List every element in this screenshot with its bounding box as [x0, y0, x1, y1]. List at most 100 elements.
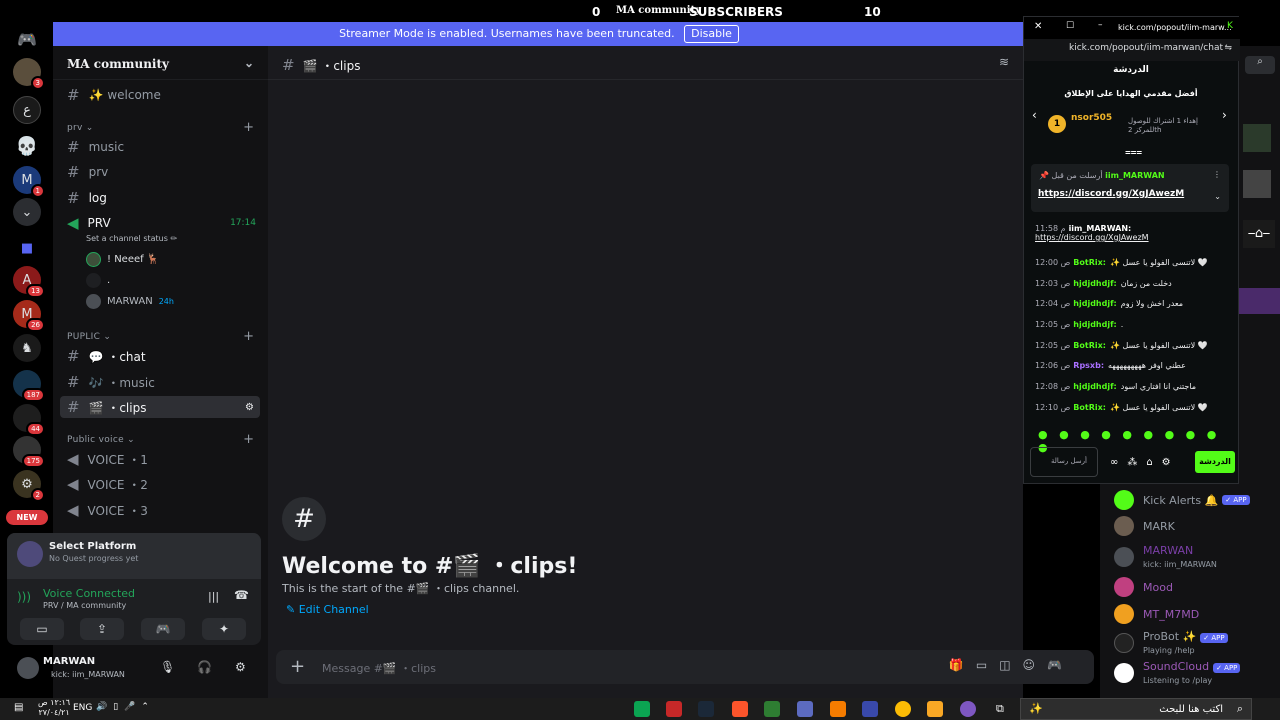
message-user[interactable]: hjdjdhdjf: [1073, 299, 1116, 308]
user-settings-icon[interactable]: ⚙ [235, 660, 246, 674]
screen-share-icon[interactable]: ⇪ [80, 618, 124, 640]
steam-icon[interactable] [698, 701, 714, 717]
language-indicator[interactable]: ENG [73, 703, 92, 713]
add-channel-icon[interactable]: + [243, 120, 254, 135]
copilot-icon[interactable] [960, 701, 976, 717]
server-header[interactable]: MA community ⌄ [53, 46, 268, 80]
notification-icon[interactable]: ▤ [14, 702, 23, 713]
message-user[interactable]: BotRix: [1073, 258, 1106, 267]
chat-message[interactable]: 11:58 م iim_MARWAN: https://discord.gg/XgJ… [1035, 224, 1235, 242]
voice-channel-1[interactable]: ◀ VOICE ・1 [60, 448, 260, 470]
server-icon[interactable]: A 13 [13, 266, 45, 298]
task-view-icon[interactable]: ⧉ [996, 702, 1004, 716]
server-icon[interactable]: ع [13, 96, 41, 124]
server-icon[interactable]: ⚙ 2 [13, 470, 45, 502]
clock[interactable]: ١٢:١٦ ص ٢٧/٠٤/٢١ [38, 698, 70, 718]
add-attachment-icon[interactable]: + [290, 656, 305, 677]
pinned-link[interactable]: https://discord.gg/XgJAwezM [1038, 189, 1184, 199]
activity-icon[interactable]: 🎮 [141, 618, 185, 640]
app-taskbar-icon[interactable] [764, 701, 780, 717]
chat-message[interactable]: 12:04 ص hjdjdhdjf: معدر اخش ولا زوم [1035, 299, 1235, 308]
pinned-message[interactable]: 📌 أرسلت من قبل iim_MARWAN https://discor… [1031, 164, 1229, 212]
threads-icon[interactable]: ≋ [999, 55, 1009, 69]
set-status-link[interactable]: Set a channel status ✏ [86, 234, 177, 243]
filter-icon[interactable]: ⩶ [1125, 147, 1142, 158]
chat-message[interactable]: 12:05 ص BotRix: ✨ لاتنسى الفولو يا عسل 🤍 [1035, 341, 1235, 350]
server-icon[interactable]: M1 [13, 166, 45, 198]
member-item[interactable]: MARWAN kick: iim_MARWAN [1114, 544, 1217, 570]
message-user[interactable]: hjdjdhdjf: [1073, 320, 1116, 329]
chevron-down-icon[interactable]: ⌄ [1214, 192, 1221, 201]
avatar[interactable] [17, 657, 39, 679]
app-taskbar-icon[interactable] [634, 701, 650, 717]
close-icon[interactable]: ✕ [1034, 21, 1042, 32]
server-icon[interactable]: 175 [13, 436, 45, 468]
category-public-voice[interactable]: Public voice ⌄ [67, 435, 135, 445]
chat-message[interactable]: 12:05 ص hjdjdhdjf:. [1035, 320, 1235, 329]
message-user[interactable]: Rpsxb: [1073, 361, 1104, 370]
settings-gear-icon[interactable]: ⚙ [245, 402, 254, 413]
channel-music[interactable]: # music [60, 136, 260, 158]
popup-url-bar[interactable]: kick.com/popout/iim-marwan/chat ⇋ [1024, 39, 1240, 61]
server-icon[interactable]: M 26 [13, 300, 45, 332]
chevron-left-icon[interactable]: ‹ [1032, 108, 1037, 122]
member-item[interactable]: MARK [1114, 516, 1274, 536]
message-user[interactable]: BotRix: [1073, 403, 1106, 412]
server-icon[interactable]: 💀 [13, 132, 41, 160]
message-user[interactable]: iim_MARWAN: [1069, 224, 1132, 233]
disconnect-icon[interactable]: ☎ [234, 588, 249, 602]
activity-game-icon[interactable] [1243, 170, 1271, 198]
camera-off-icon[interactable]: ▭ [20, 618, 64, 640]
category-puplic[interactable]: PUPLIC ⌄ [67, 332, 111, 342]
chat-message[interactable]: 12:03 ص hjdjdhdjf: دخلت من زمان [1035, 279, 1235, 288]
composer-tools[interactable]: 🎁▭◫☺🎮 [949, 658, 1074, 672]
disable-button[interactable]: Disable [684, 25, 739, 43]
chrome-icon[interactable] [895, 701, 911, 717]
microphone-icon[interactable]: 🎙 [160, 660, 175, 674]
app-taskbar-icon[interactable] [797, 701, 813, 717]
send-chat-button[interactable]: الدردشة [1195, 451, 1235, 473]
chat-input[interactable]: أرسل رسالة [1030, 447, 1098, 477]
channel-clips[interactable]: # 🎬 ・clips ⚙ [60, 396, 260, 418]
headphones-icon[interactable]: 🎧 [197, 660, 212, 674]
voice-user[interactable]: MARWAN 24h [86, 294, 174, 309]
edit-channel-link[interactable]: ✎ Edit Channel [286, 603, 369, 616]
member-item[interactable]: MT_M7MD [1114, 604, 1199, 624]
activity-game-icon[interactable] [1243, 124, 1271, 152]
chat-message[interactable]: 12:08 ص hjdjdhdjf: ماجتني انا افتاري اسود [1035, 382, 1235, 391]
chevron-right-icon[interactable]: › [1222, 108, 1227, 122]
message-user[interactable]: hjdjdhdjf: [1073, 382, 1116, 391]
add-channel-icon[interactable]: + [243, 329, 254, 344]
activity-game-icon[interactable]: ⎯⌂⎯ [1243, 220, 1275, 248]
soundboard-icon[interactable]: ✦ [202, 618, 246, 640]
voice-channel-3[interactable]: ◀ VOICE ・3 [60, 499, 260, 521]
more-icon[interactable]: ⋮ [1213, 170, 1221, 179]
voice-channel-2[interactable]: ◀ VOICE ・2 [60, 473, 260, 495]
server-icon[interactable]: 3 [13, 58, 45, 90]
channel-log[interactable]: # log [60, 187, 260, 209]
channel-prv[interactable]: # prv [60, 161, 260, 183]
gifter-name[interactable]: nsor505 [1071, 113, 1112, 123]
voice-channel-prv[interactable]: ◀ PRV 17:14 [60, 212, 260, 234]
server-icon[interactable]: 187 [13, 370, 45, 402]
member-item[interactable]: ProBot ✨ ✓ APP Playing /help [1114, 630, 1228, 656]
member-item[interactable]: Kick Alerts 🔔 ✓ APP [1114, 490, 1250, 510]
voice-user[interactable]: ! Neeef 🦌 [86, 252, 159, 267]
channel-welcome[interactable]: # ✨ welcome [60, 84, 260, 106]
app-taskbar-icon[interactable] [666, 701, 682, 717]
message-input[interactable]: + Message #🎬 ・clips 🎁▭◫☺🎮 [276, 650, 1094, 684]
chat-tools[interactable]: ∞⁂⌂⚙ [1110, 457, 1180, 468]
soundwave-icon[interactable]: ||| [208, 590, 219, 603]
server-folder-icon[interactable]: ⌄ [13, 198, 41, 226]
channel-music-public[interactable]: # 🎶 ・music [60, 371, 260, 393]
taskbar-search[interactable]: ✨ اكتب هنا للبحث ⌕ [1020, 698, 1252, 720]
chat-message[interactable]: 12:00 ص BotRix: ✨ لاتنسى الفولو يا عسل 🤍 [1035, 258, 1235, 267]
voice-user[interactable]: . [86, 273, 110, 288]
search-icon[interactable]: ⌕ [1245, 56, 1275, 74]
message-user[interactable]: hjdjdhdjf: [1073, 279, 1116, 288]
tune-icon[interactable]: ⇋ [1224, 43, 1232, 53]
folder-icon[interactable]: ■ [13, 234, 41, 262]
app-taskbar-icon[interactable] [862, 701, 878, 717]
voice-connected-title[interactable]: Voice Connected [43, 587, 135, 600]
category-prv[interactable]: prv ⌄ [67, 123, 94, 133]
